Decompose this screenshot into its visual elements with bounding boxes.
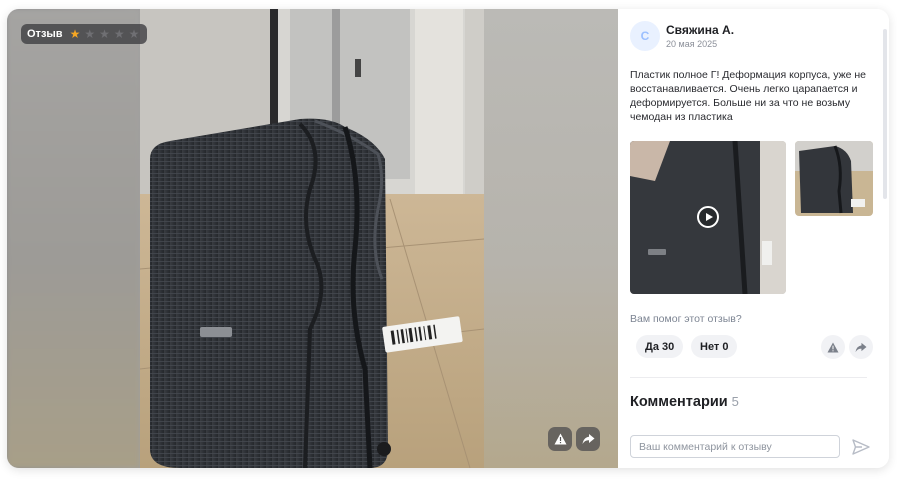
comment-input[interactable] [630,435,840,458]
share-arrow-icon [582,434,594,444]
media-share-button[interactable] [576,427,600,451]
helpful-yes-button[interactable]: Да 30 [636,335,684,358]
media-blur-right [484,9,618,468]
review-text: Пластик полное Г! Деформация корпуса, уж… [630,69,867,123]
media-blur-left [7,9,140,468]
send-icon [852,439,870,455]
play-icon[interactable] [697,206,719,228]
star-icon: ★ [84,27,96,41]
attachment-image-thumbnail[interactable] [795,141,873,216]
review-rating-badge: Отзыв ★ ★ ★ ★ ★ [21,24,148,44]
media-complain-button[interactable] [548,427,572,451]
suitcase-illustration [140,9,484,468]
star-icon: ★ [69,27,81,41]
helpful-no-button[interactable]: Нет 0 [691,335,738,358]
warning-icon [827,341,839,353]
share-arrow-icon [855,342,867,352]
helpful-question: Вам помог этот отзыв? [630,313,742,325]
image-preview [795,141,873,216]
badge-label: Отзыв [27,28,63,40]
comments-heading: Комментарии 5 [630,394,739,410]
share-button[interactable] [849,335,873,359]
review-panel: С Свяжина А. 20 мая 2025 Пластик полное … [618,9,889,468]
review-author[interactable]: Свяжина А. [666,23,734,37]
review-date: 20 мая 2025 [666,39,718,49]
complain-button[interactable] [821,335,845,359]
section-divider [630,377,867,378]
avatar: С [630,21,660,51]
attachment-video-thumbnail[interactable] [630,141,786,294]
suitcase-photo [140,9,484,468]
review-modal: Отзыв ★ ★ ★ ★ ★ С Свяжина А. 20 мая 2025… [7,9,889,468]
send-comment-button[interactable] [849,435,873,459]
star-icon: ★ [113,27,125,41]
media-viewer[interactable]: Отзыв ★ ★ ★ ★ ★ [7,9,618,468]
comments-title: Комментарии [630,394,728,410]
star-icon: ★ [128,27,140,41]
warning-icon [554,433,566,445]
panel-scrollbar[interactable] [883,29,887,199]
comments-count: 5 [731,394,739,409]
star-icon: ★ [99,27,110,41]
